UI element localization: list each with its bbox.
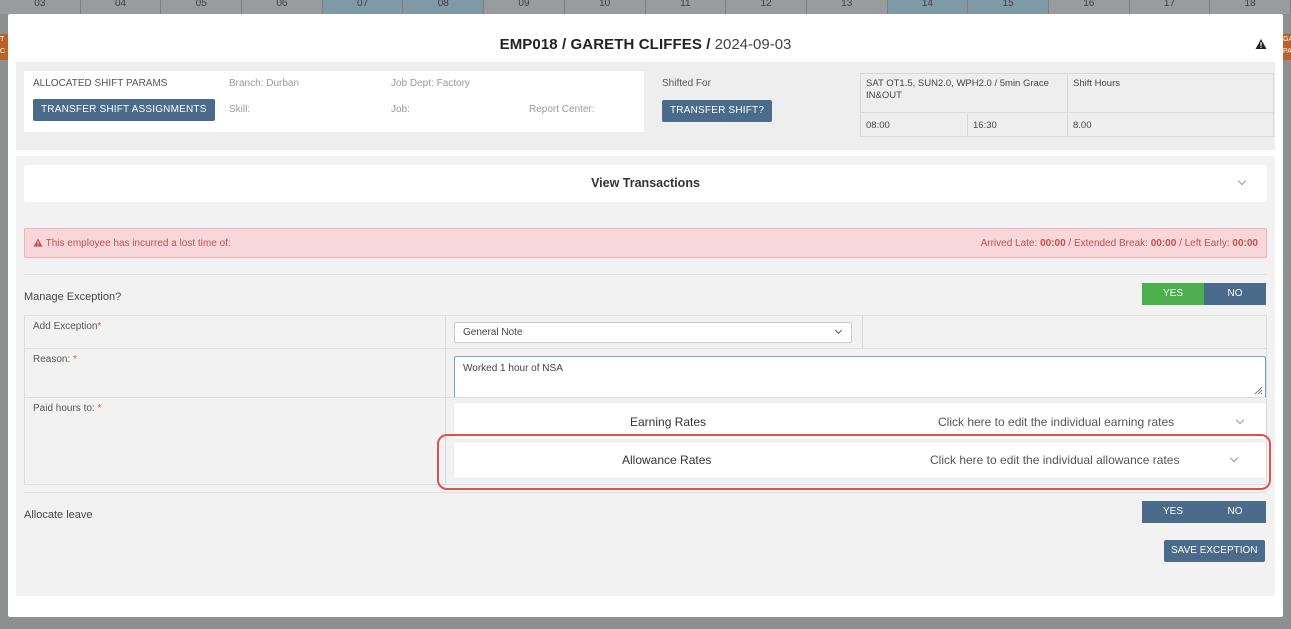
lost-time-alert: This employee has incurred a lost time o… bbox=[24, 228, 1267, 258]
view-transactions-accordion[interactable]: View Transactions bbox=[24, 165, 1267, 202]
allocate-leave-label: Allocate leave bbox=[24, 509, 93, 521]
allocate-leave-yes-button[interactable]: YES bbox=[1142, 501, 1204, 523]
shift-hours-label: Shift Hours bbox=[1067, 73, 1274, 113]
background-edge-right-text: GA PAS bbox=[1283, 36, 1291, 55]
manage-exception-toggle: YES NO bbox=[1142, 283, 1266, 305]
divider bbox=[24, 274, 1267, 275]
chevron-down-icon bbox=[834, 326, 843, 335]
allocate-leave-toggle: YES NO bbox=[1142, 501, 1266, 523]
lost-time-breakdown: Arrived Late: 00:00 / Extended Break: 00… bbox=[981, 238, 1258, 249]
paid-hours-label: Paid hours to: * bbox=[33, 403, 101, 414]
add-exception-selected-value: General Note bbox=[463, 327, 523, 338]
background-calendar-strip: 03 04 05 06 07 08 09 10 11 12 13 14 15 16 17 18 bbox=[0, 0, 1291, 14]
background-date-cell: 03 bbox=[0, 0, 81, 14]
branch-label: Branch: Durban bbox=[229, 78, 300, 89]
earning-rates-hint: Click here to edit the individual earnin… bbox=[938, 415, 1175, 429]
background-date-cell: 16 bbox=[1049, 0, 1130, 14]
view-transactions-label: View Transactions bbox=[591, 176, 700, 190]
background-date-cell: 17 bbox=[1130, 0, 1211, 14]
left-early-label: / Left Early: bbox=[1179, 238, 1230, 249]
shift-description: SAT OT1.5, SUN2.0, WPH2.0 / 5min Grace I… bbox=[860, 73, 1068, 113]
transfer-shift-button[interactable]: TRANSFER SHIFT? bbox=[662, 100, 773, 122]
add-exception-label: Add Exception* bbox=[33, 321, 101, 332]
required-marker: * bbox=[97, 321, 102, 332]
shift-hours-value: 8.00 bbox=[1067, 112, 1274, 137]
background-date-cell: 18 bbox=[1210, 0, 1291, 14]
background-date-cell: 13 bbox=[807, 0, 888, 14]
warning-icon[interactable] bbox=[1255, 38, 1267, 50]
required-marker: * bbox=[73, 354, 77, 365]
extended-break-value: 00:00 bbox=[1150, 238, 1177, 249]
arrived-late-label: Arrived Late: bbox=[980, 238, 1038, 249]
lost-time-text: This employee has incurred a lost time o… bbox=[45, 238, 231, 249]
add-exception-extra-cell bbox=[862, 315, 1267, 349]
arrived-late-value: 00:00 bbox=[1040, 238, 1066, 249]
allowance-rates-highlight bbox=[437, 434, 1271, 490]
extended-break-label: / Extended Break: bbox=[1068, 238, 1148, 249]
shift-params-panel: ALLOCATED SHIFT PARAMS TRANSFER SHIFT AS… bbox=[16, 62, 1275, 150]
background-date-cell: 10 bbox=[565, 0, 646, 14]
left-early-value: 00:00 bbox=[1232, 238, 1258, 249]
background-edge-left-text: T C UN bbox=[0, 36, 6, 55]
reason-label: Reason: * bbox=[33, 354, 77, 365]
background-edge-right: GA PAS bbox=[1283, 34, 1291, 60]
shift-end-time: 16:30 bbox=[967, 112, 1068, 137]
background-date-cell: 07 bbox=[322, 0, 404, 14]
reason-text: Worked 1 hour of NSA bbox=[463, 363, 563, 374]
add-exception-label-text: Add Exception bbox=[33, 321, 98, 332]
manage-exception-no-button[interactable]: NO bbox=[1204, 283, 1266, 305]
background-date-cell: 15 bbox=[968, 0, 1049, 14]
background-date-cell: 06 bbox=[242, 0, 323, 14]
background-date-cell: 04 bbox=[81, 0, 162, 14]
resize-handle-icon[interactable] bbox=[1253, 385, 1263, 395]
modal-date: 2024-09-03 bbox=[714, 36, 792, 53]
skill-label: Skill: bbox=[229, 104, 251, 115]
shifted-for-label: Shifted For bbox=[662, 78, 711, 89]
manage-exception-label: Manage Exception? bbox=[24, 291, 122, 303]
exception-content: View Transactions This employee has incu… bbox=[16, 156, 1275, 596]
background-date-cell: 14 bbox=[887, 0, 969, 14]
report-center-label: Report Center: bbox=[529, 104, 595, 115]
background-date-cell: 05 bbox=[161, 0, 243, 14]
earning-rates-title: Earning Rates bbox=[630, 415, 707, 429]
lost-time-message: This employee has incurred a lost time o… bbox=[33, 238, 231, 249]
background-date-cell: 12 bbox=[726, 0, 807, 14]
background-edge-left: T C UN bbox=[0, 34, 8, 60]
reason-label-text: Reason: bbox=[33, 354, 71, 365]
job-dept-label: Job Dept: Factory bbox=[391, 78, 470, 89]
required-marker: * bbox=[97, 403, 102, 414]
manage-exception-yes-button[interactable]: YES bbox=[1142, 283, 1204, 305]
paid-hours-label-text: Paid hours to: bbox=[33, 403, 95, 414]
transfer-shift-assignments-button[interactable]: TRANSFER SHIFT ASSIGNMENTS bbox=[33, 99, 215, 121]
alert-warning-icon bbox=[33, 238, 43, 247]
add-exception-select[interactable]: General Note bbox=[454, 322, 852, 343]
allocate-leave-no-button[interactable]: NO bbox=[1204, 501, 1266, 523]
job-label: Job: bbox=[391, 104, 410, 115]
modal-title: EMP018 / GARETH CLIFFES / 2024-09-03 bbox=[8, 36, 1283, 53]
background-date-cell: 11 bbox=[646, 0, 727, 14]
reason-label-cell bbox=[24, 348, 446, 398]
shift-start-time: 08:00 bbox=[860, 112, 968, 137]
save-exception-button[interactable]: SAVE EXCEPTION bbox=[1164, 540, 1265, 562]
background-date-cell: 08 bbox=[403, 0, 485, 14]
shift-times-table: SAT OT1.5, SUN2.0, WPH2.0 / 5min Grace I… bbox=[860, 73, 1274, 137]
chevron-down-icon bbox=[1235, 415, 1245, 425]
background-date-cell: 09 bbox=[484, 0, 565, 14]
exception-modal: EMP018 / GARETH CLIFFES / 2024-09-03 ALL… bbox=[8, 14, 1283, 617]
divider bbox=[24, 492, 1267, 493]
employee-name: EMP018 / GARETH CLIFFES / bbox=[499, 36, 711, 53]
allocated-shift-params-label: ALLOCATED SHIFT PARAMS bbox=[33, 78, 168, 89]
reason-textarea[interactable]: Worked 1 hour of NSA bbox=[454, 356, 1266, 398]
